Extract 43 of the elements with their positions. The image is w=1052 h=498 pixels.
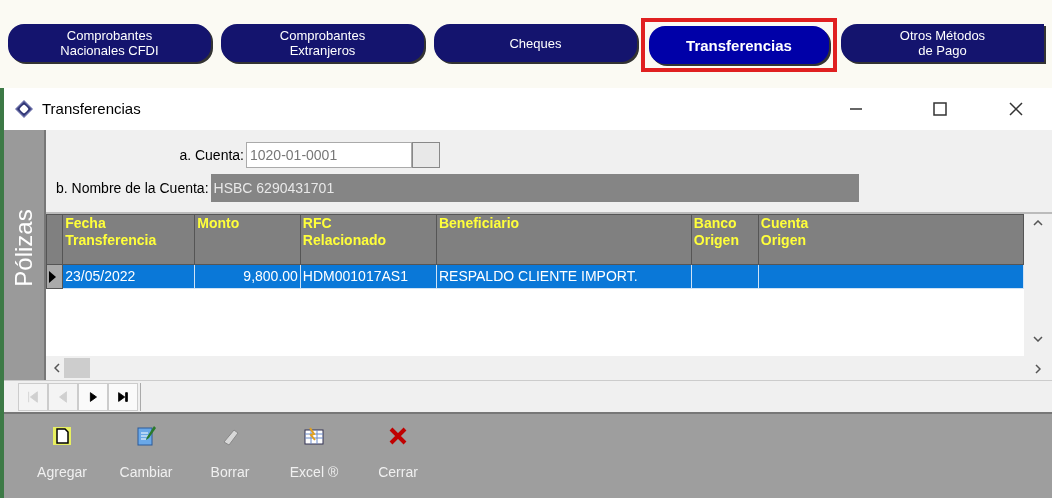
column-header[interactable]: Banco Origen xyxy=(691,214,759,265)
row-pointer-icon xyxy=(47,269,57,284)
account-name-field[interactable]: HSBC 6290431701 xyxy=(210,174,859,202)
scroll-down-icon[interactable] xyxy=(1033,336,1043,342)
scroll-right-icon[interactable] xyxy=(1035,364,1041,374)
table-cell: HDM001017AS1 xyxy=(300,264,437,289)
edit-icon xyxy=(134,424,158,448)
lookup-button[interactable] xyxy=(412,142,440,168)
column-header[interactable]: RFC Relacionado xyxy=(300,214,437,265)
column-header[interactable]: Beneficiario xyxy=(436,214,692,265)
table-row[interactable]: 23/05/2022 9,800.00 HDM001017AS1 RESPALDO CLIENTE IMPORT. xyxy=(46,264,1024,289)
table-cell: RESPALDO CLIENTE IMPORT. xyxy=(436,264,692,289)
nav-button[interactable] xyxy=(78,382,108,411)
scroll-up-icon[interactable] xyxy=(1033,220,1043,226)
scroll-left-icon[interactable] xyxy=(54,363,60,373)
toolbar-button[interactable]: Cerrar xyxy=(362,414,434,498)
field-label: a. Cuenta: xyxy=(178,145,245,165)
column-header[interactable]: Fecha Transferencia xyxy=(62,214,195,265)
column-header[interactable]: Cuenta Origen xyxy=(758,214,1024,265)
toolbar-button[interactable]: Excel ® xyxy=(278,414,350,498)
window-title: Transferencias xyxy=(42,98,142,119)
previous-icon xyxy=(56,389,70,404)
tab[interactable]: Transferencias xyxy=(649,26,829,64)
maximize-icon[interactable] xyxy=(932,101,948,117)
scroll-thumb[interactable] xyxy=(64,358,90,378)
last-record-icon xyxy=(116,389,130,404)
field-label: b. Nombre de la Cuenta: xyxy=(56,178,210,198)
table-cell: 23/05/2022 xyxy=(62,264,195,289)
nav-button[interactable] xyxy=(108,382,138,411)
tab[interactable]: Comprobantes Nacionales CFDI xyxy=(8,24,211,62)
toolbar-button[interactable]: Agregar xyxy=(26,414,98,498)
account-field[interactable]: 1020-01-0001 xyxy=(246,142,412,168)
toolbar-button[interactable]: Cambiar xyxy=(110,414,182,498)
toolbar-button[interactable]: Borrar xyxy=(194,414,266,498)
app-icon xyxy=(14,99,34,119)
column-header[interactable]: Monto xyxy=(194,214,301,265)
table-cell: 9,800.00 xyxy=(194,264,301,289)
new-document-icon xyxy=(50,424,74,448)
tab[interactable]: Cheques xyxy=(434,24,637,62)
first-record-icon xyxy=(26,389,40,404)
tab[interactable]: Otros Métodos de Pago xyxy=(841,24,1044,62)
close-icon[interactable] xyxy=(1008,101,1024,117)
tab[interactable]: Comprobantes Extranjeros xyxy=(221,24,424,62)
